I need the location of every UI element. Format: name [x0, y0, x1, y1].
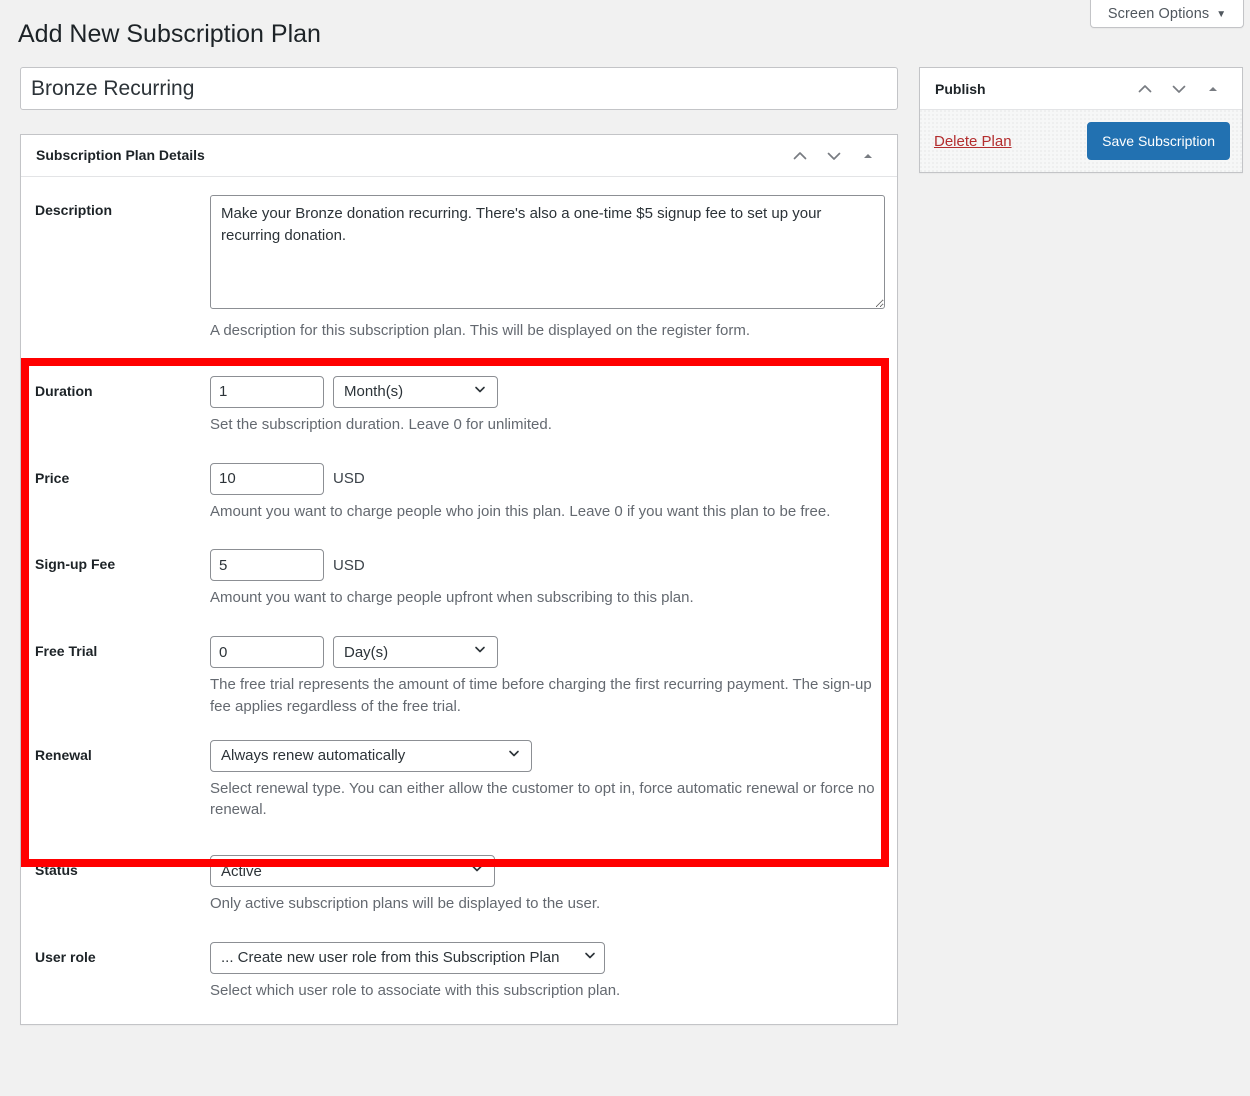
duration-unit-select[interactable]: Month(s)	[333, 375, 498, 408]
triangle-up-icon[interactable]	[851, 139, 885, 173]
description-help: A description for this subscription plan…	[210, 322, 750, 339]
publish-header: Publish	[920, 68, 1242, 110]
duration-help: Set the subscription duration. Leave 0 f…	[210, 415, 552, 433]
user-role-help: Select which user role to associate with…	[210, 981, 621, 999]
metabox-header: Subscription Plan Details	[21, 135, 897, 177]
renewal-select[interactable]: Always renew automatically	[210, 739, 532, 772]
free-trial-value-input[interactable]	[210, 636, 324, 668]
field-row-duration: Duration Month(s)	[35, 375, 883, 436]
caret-down-icon: ▼	[1216, 9, 1227, 20]
field-row-price: Price USD Amount you want to charge peop…	[35, 462, 883, 523]
free-trial-help: The free trial represents the amount of …	[210, 676, 872, 715]
page-title: Add New Subscription Plan	[18, 20, 321, 48]
subscription-plan-details-metabox: Subscription Plan Details Description Ma…	[20, 134, 898, 1025]
renewal-help: Select renewal type. You can either allo…	[210, 779, 875, 819]
save-subscription-button[interactable]: Save Subscription	[1087, 122, 1230, 160]
chevron-up-icon[interactable]	[1128, 72, 1162, 106]
duration-label: Duration	[35, 382, 93, 399]
triangle-up-icon[interactable]	[1196, 72, 1230, 106]
publish-footer: Delete Plan Save Subscription	[920, 110, 1242, 172]
duration-unit-wrapper: Month(s)	[333, 375, 498, 408]
field-row-renewal: Renewal Always renew automatically Selec…	[35, 739, 883, 822]
signup-fee-label: Sign-up Fee	[35, 556, 116, 573]
field-row-free-trial: Free Trial Day(s)	[35, 636, 883, 718]
signup-fee-currency-label: USD	[333, 556, 365, 574]
publish-title: Publish	[935, 80, 986, 97]
description-label: Description	[35, 202, 113, 218]
metabox-body: Description Make your Bronze donation re…	[21, 177, 897, 1024]
publish-metabox: Publish Delete Plan Save Subscription	[919, 67, 1243, 173]
signup-fee-help: Amount you want to charge people upfront…	[210, 589, 694, 607]
price-input[interactable]	[210, 462, 324, 495]
main-column: Subscription Plan Details Descrip	[20, 67, 898, 1025]
field-row-description: Description Make your Bronze donation re…	[35, 195, 885, 342]
renewal-label: Renewal	[35, 746, 92, 763]
delete-plan-link[interactable]: Delete Plan	[934, 133, 1012, 150]
signup-fee-input[interactable]	[210, 549, 324, 582]
metabox-title: Subscription Plan Details	[36, 146, 205, 163]
plan-title-input[interactable]	[20, 67, 898, 110]
field-row-status: Status Active Only active subscription p…	[35, 855, 883, 915]
chevron-down-icon[interactable]	[1162, 72, 1196, 106]
user-role-select[interactable]: ... Create new user role from this Subsc…	[210, 941, 605, 974]
publish-handle-actions	[1128, 72, 1230, 106]
renewal-wrapper: Always renew automatically	[210, 739, 532, 772]
metabox-handle-actions	[783, 139, 885, 173]
status-label: Status	[35, 862, 78, 878]
price-currency-label: USD	[333, 470, 365, 487]
chevron-down-icon[interactable]	[817, 139, 851, 173]
price-label: Price	[35, 469, 70, 486]
screen-options-tab[interactable]: Screen Options ▼	[1090, 0, 1244, 28]
user-role-label: User role	[35, 948, 96, 965]
chevron-up-icon[interactable]	[783, 139, 817, 173]
admin-page: Screen Options ▼ Add New Subscription Pl…	[0, 0, 1250, 1096]
duration-value-input[interactable]	[210, 375, 324, 408]
free-trial-unit-select[interactable]: Day(s)	[333, 636, 498, 668]
description-textarea[interactable]: Make your Bronze donation recurring. The…	[210, 195, 885, 309]
field-row-signup-fee: Sign-up Fee USD Amount you want to charg…	[35, 549, 883, 609]
status-select[interactable]: Active	[210, 855, 495, 887]
free-trial-label: Free Trial	[35, 643, 98, 659]
user-role-wrapper: ... Create new user role from this Subsc…	[210, 941, 605, 974]
status-wrapper: Active	[210, 855, 495, 887]
sidebar-column: Publish Delete Plan Save Subscription	[919, 67, 1243, 173]
field-row-user-role: User role ... Create new user role from …	[35, 941, 883, 1002]
price-help: Amount you want to charge people who joi…	[210, 502, 831, 520]
free-trial-unit-wrapper: Day(s)	[333, 636, 498, 668]
screen-options-label: Screen Options	[1107, 6, 1210, 22]
status-help: Only active subscription plans will be d…	[210, 895, 601, 912]
